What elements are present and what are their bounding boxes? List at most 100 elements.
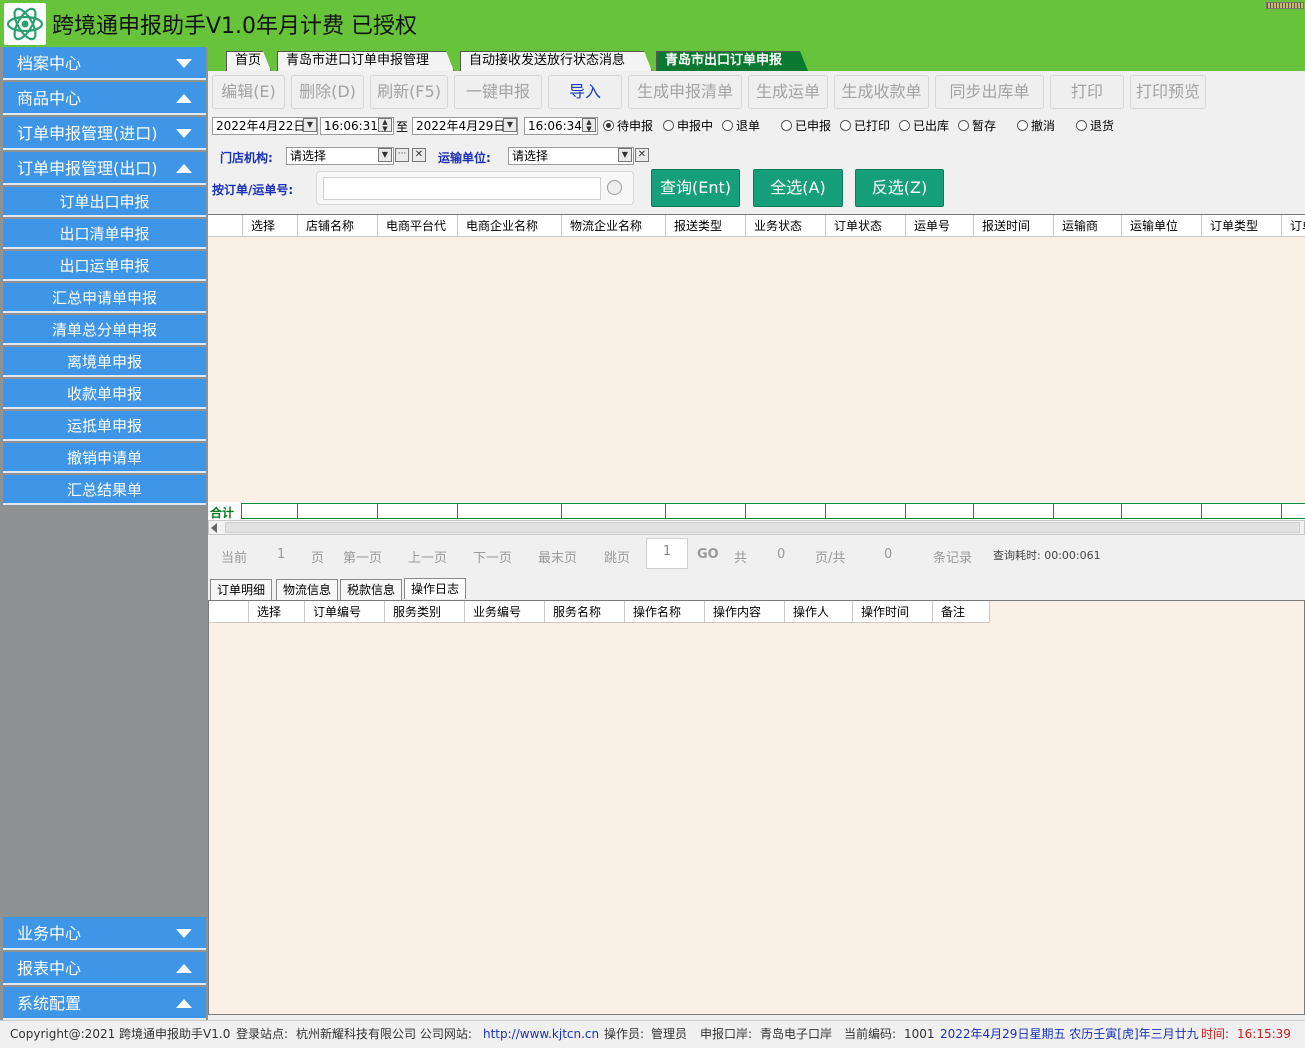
print-preview-button[interactable]: 打印预览 [1130,75,1206,109]
col-header[interactable]: 业务状态 [746,215,826,237]
col-header[interactable]: 报送时间 [974,215,1054,237]
horizontal-scrollbar[interactable] [208,520,1305,535]
nav-sub-arrival[interactable]: 运抵单申报 [3,411,206,441]
col-header[interactable]: 物流企业名称 [562,215,666,237]
tab-operation-log[interactable]: 操作日志 [404,578,467,599]
nav-sub-list-master[interactable]: 清单总分单申报 [3,315,206,345]
col-header[interactable]: 订单编号 [305,601,385,623]
prev-page-button[interactable]: 上一页 [408,547,447,566]
tab-qingdao-import[interactable]: 青岛市进口订单申报管理 [277,51,454,71]
search-input[interactable] [323,177,601,200]
col-header[interactable]: 订单类型 [1202,215,1282,237]
tab-auto-receive[interactable]: 自动接收发送放行状态消息 [460,51,652,71]
tab-order-detail[interactable]: 订单明细 [210,579,273,600]
radio-printed[interactable]: 已打印 [840,118,890,134]
col-header[interactable]: 运单号 [906,215,974,237]
next-page-button[interactable]: 下一页 [473,547,512,566]
last-page-button[interactable]: 最末页 [538,547,577,566]
scroll-left-icon[interactable] [211,523,217,533]
nav-sub-list-export[interactable]: 出口清单申报 [3,219,206,249]
first-page-button[interactable]: 第一页 [343,547,382,566]
clear-icon[interactable]: ✕ [412,148,426,162]
col-header[interactable]: 服务类别 [385,601,465,623]
invert-selection-button[interactable]: 反选(Z) [855,169,944,207]
col-header[interactable]: 店铺名称 [298,215,378,237]
col-header[interactable]: 运输商 [1054,215,1122,237]
col-header[interactable]: 订单状态 [826,215,906,237]
pages-of-label: 页/共 [815,551,846,566]
col-header[interactable]: 操作名称 [625,601,705,623]
nav-sub-summary-apply[interactable]: 汇总申请单申报 [3,283,206,313]
tab-tax[interactable]: 税款信息 [340,579,403,600]
nav-sub-summary-result[interactable]: 汇总结果单 [3,475,206,505]
order-grid[interactable]: 选择 店铺名称 电商平台代 电商企业名称 物流企业名称 报送类型 业务状态 订单… [208,214,1305,520]
radio-icon [722,120,733,131]
col-header[interactable]: 操作内容 [705,601,785,623]
total-cell [298,503,378,519]
chevron-down-icon[interactable]: ▼ [618,148,632,162]
spinner-icon[interactable]: ▲ ▼ [582,118,596,133]
spinner-icon[interactable]: ▲ ▼ [378,118,392,133]
col-header[interactable]: 电商企业名称 [458,215,562,237]
clear-icon[interactable]: ✕ [635,148,649,162]
radio-pending[interactable]: 待申报 [603,118,653,134]
col-header[interactable]: 备注 [933,601,990,623]
more-icon[interactable]: ··· [395,148,409,162]
nav-archive-center[interactable]: 档案中心 [3,47,206,80]
radio-declaring[interactable]: 申报中 [663,118,713,134]
nav-sub-receipt[interactable]: 收款单申报 [3,379,206,409]
radio-returned[interactable]: 退单 [722,118,760,134]
print-button[interactable]: 打印 [1050,75,1124,109]
tab-home[interactable]: 首页 [226,51,271,71]
radio-revoked[interactable]: 撤消 [1017,118,1055,134]
nav-sub-waybill-export[interactable]: 出口运单申报 [3,251,206,281]
carrier-select[interactable]: 请选择 [508,147,634,165]
nav-order-import[interactable]: 订单申报管理(进口) [3,117,206,150]
keyboard-icon[interactable] [607,180,622,195]
tab-logistics[interactable]: 物流信息 [276,579,339,600]
col-header[interactable]: 业务编号 [465,601,545,623]
generate-receipt-button[interactable]: 生成收款单 [834,75,929,109]
delete-button[interactable]: 删除(D) [291,75,364,109]
nav-goods-center[interactable]: 商品中心 [3,82,206,115]
col-header[interactable]: 订单 [1282,215,1305,237]
website-link[interactable]: http://www.kjtcn.cn [483,1021,599,1048]
import-button[interactable]: 导入 [548,75,622,109]
jump-page-input[interactable]: 1 [646,538,688,569]
col-header[interactable]: 操作时间 [853,601,933,623]
one-click-declare-button[interactable]: 一键申报 [454,75,542,109]
refresh-button[interactable]: 刷新(F5) [370,75,448,109]
radio-refund[interactable]: 退货 [1076,118,1114,134]
nav-business-center[interactable]: 业务中心 [3,917,206,950]
generate-list-button[interactable]: 生成申报清单 [628,75,742,109]
generate-waybill-button[interactable]: 生成运单 [748,75,828,109]
nav-order-export[interactable]: 订单申报管理(出口) [3,152,206,185]
edit-button[interactable]: 编辑(E) [212,75,285,109]
query-button[interactable]: 查询(Ent) [651,169,740,207]
radio-draft[interactable]: 暂存 [958,118,996,134]
col-header[interactable]: 电商平台代 [378,215,458,237]
nav-sub-order-export[interactable]: 订单出口申报 [3,187,206,217]
nav-system-config[interactable]: 系统配置 [3,987,206,1020]
nav-sub-cancel-apply[interactable]: 撤销申请单 [3,443,206,473]
sync-outbound-button[interactable]: 同步出库单 [935,75,1044,109]
resize-grip-icon[interactable] [1266,2,1304,9]
tab-qingdao-export[interactable]: 青岛市出口订单申报 [656,51,808,71]
scroll-thumb[interactable] [225,522,1300,533]
col-header[interactable]: 报送类型 [666,215,746,237]
go-button[interactable]: GO [697,547,719,562]
col-header[interactable]: 选择 [243,215,298,237]
col-header[interactable]: 运输单位 [1122,215,1202,237]
chevron-down-icon[interactable]: ▼ [378,148,392,162]
select-all-button[interactable]: 全选(A) [753,169,843,207]
chevron-down-icon[interactable]: ▼ [503,118,517,132]
col-header[interactable]: 选择 [249,601,305,623]
nav-report-center[interactable]: 报表中心 [3,952,206,985]
col-header[interactable]: 服务名称 [545,601,625,623]
nav-sub-departure[interactable]: 离境单申报 [3,347,206,377]
radio-shipped[interactable]: 已出库 [899,118,949,134]
radio-declared[interactable]: 已申报 [781,118,831,134]
col-header[interactable]: 操作人 [785,601,853,623]
chevron-down-icon[interactable]: ▼ [303,118,317,132]
operation-log-grid[interactable]: 选择 订单编号 服务类别 业务编号 服务名称 操作名称 操作内容 操作人 操作时… [208,600,1305,1015]
